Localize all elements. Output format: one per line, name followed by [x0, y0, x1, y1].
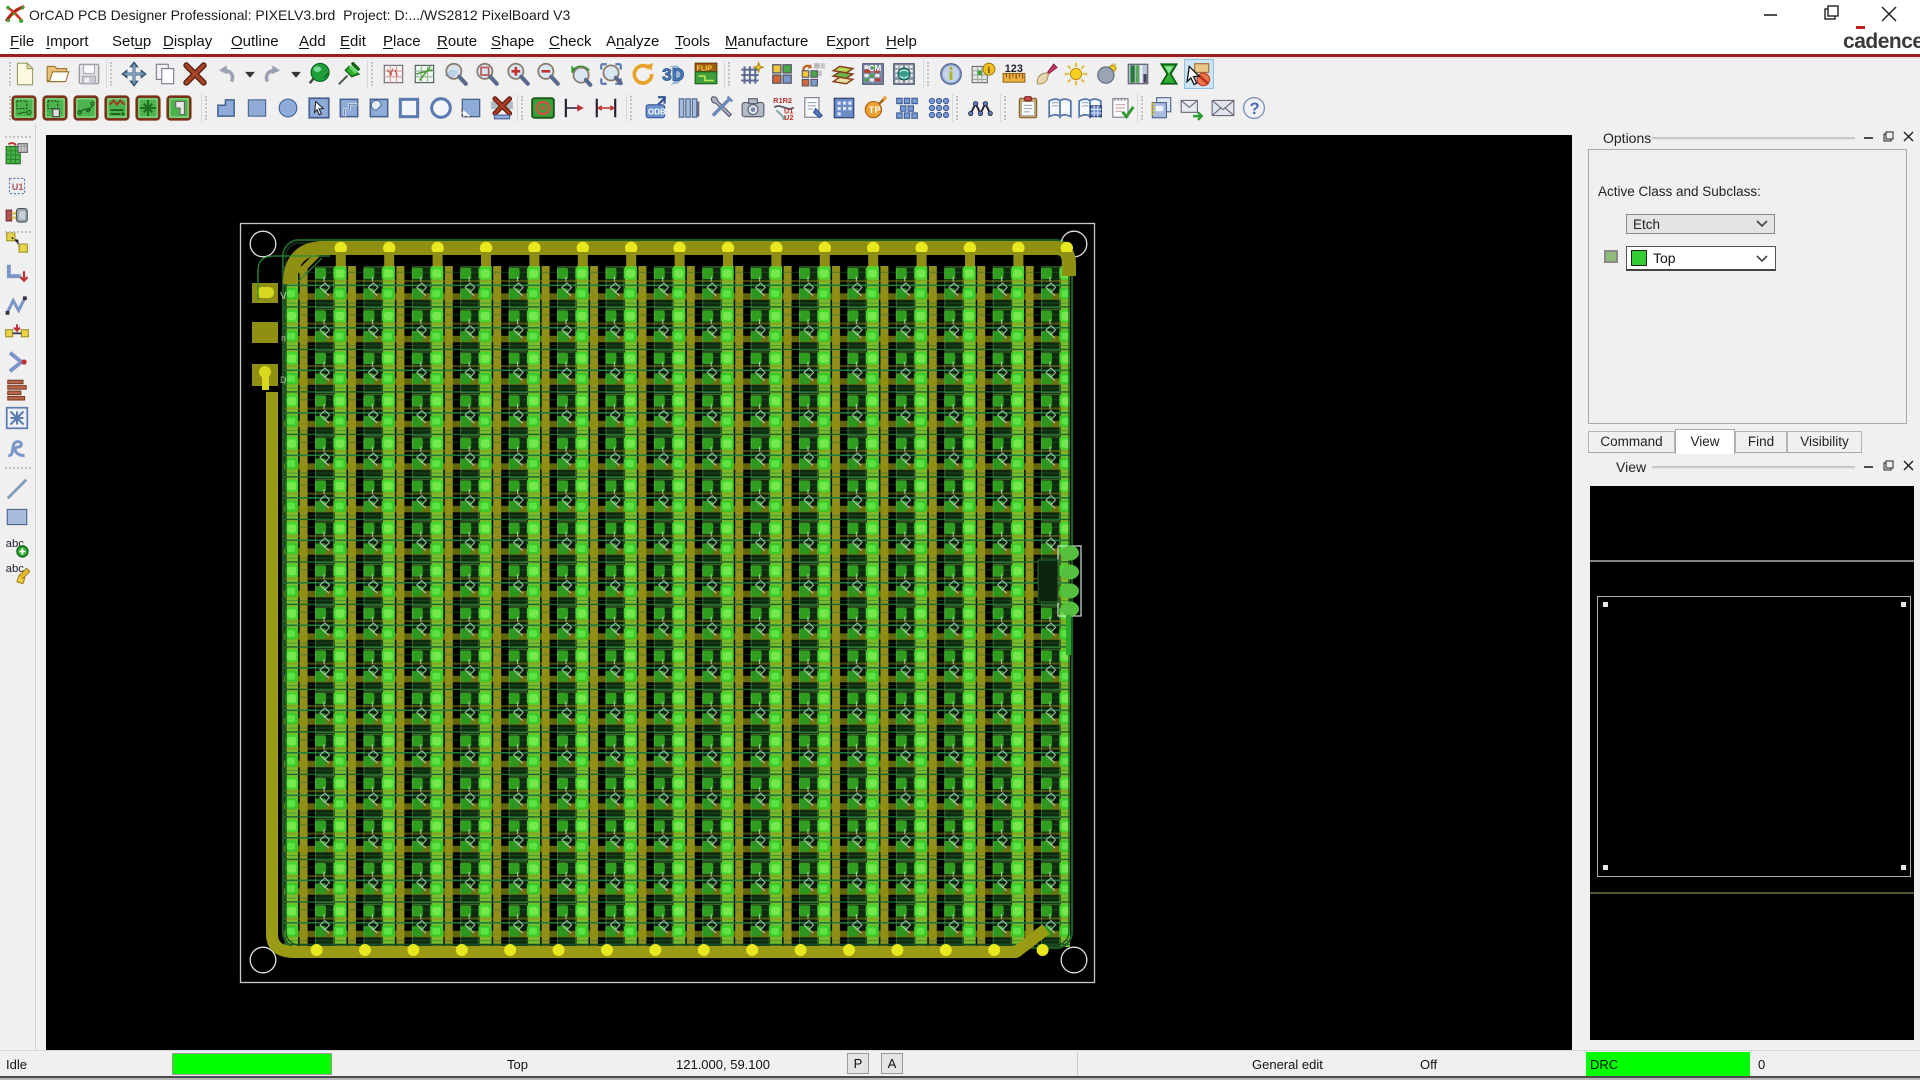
svg-text:D: D — [280, 375, 287, 385]
svg-text:V: V — [280, 291, 287, 302]
svg-text:?: ? — [1250, 100, 1260, 118]
svg-text:3D: 3D — [662, 65, 684, 85]
svg-text:TP: TP — [869, 105, 881, 115]
svg-text:i: i — [987, 65, 990, 76]
svg-text:U2: U2 — [784, 113, 793, 121]
svg-text:FLIP: FLIP — [696, 65, 712, 72]
svg-text:n: n — [281, 333, 286, 343]
svg-text:CM: CM — [869, 64, 882, 73]
svg-text:U1: U1 — [12, 182, 24, 192]
svg-text:R1R2: R1R2 — [773, 96, 792, 105]
svg-text:ODB: ODB — [647, 108, 665, 117]
